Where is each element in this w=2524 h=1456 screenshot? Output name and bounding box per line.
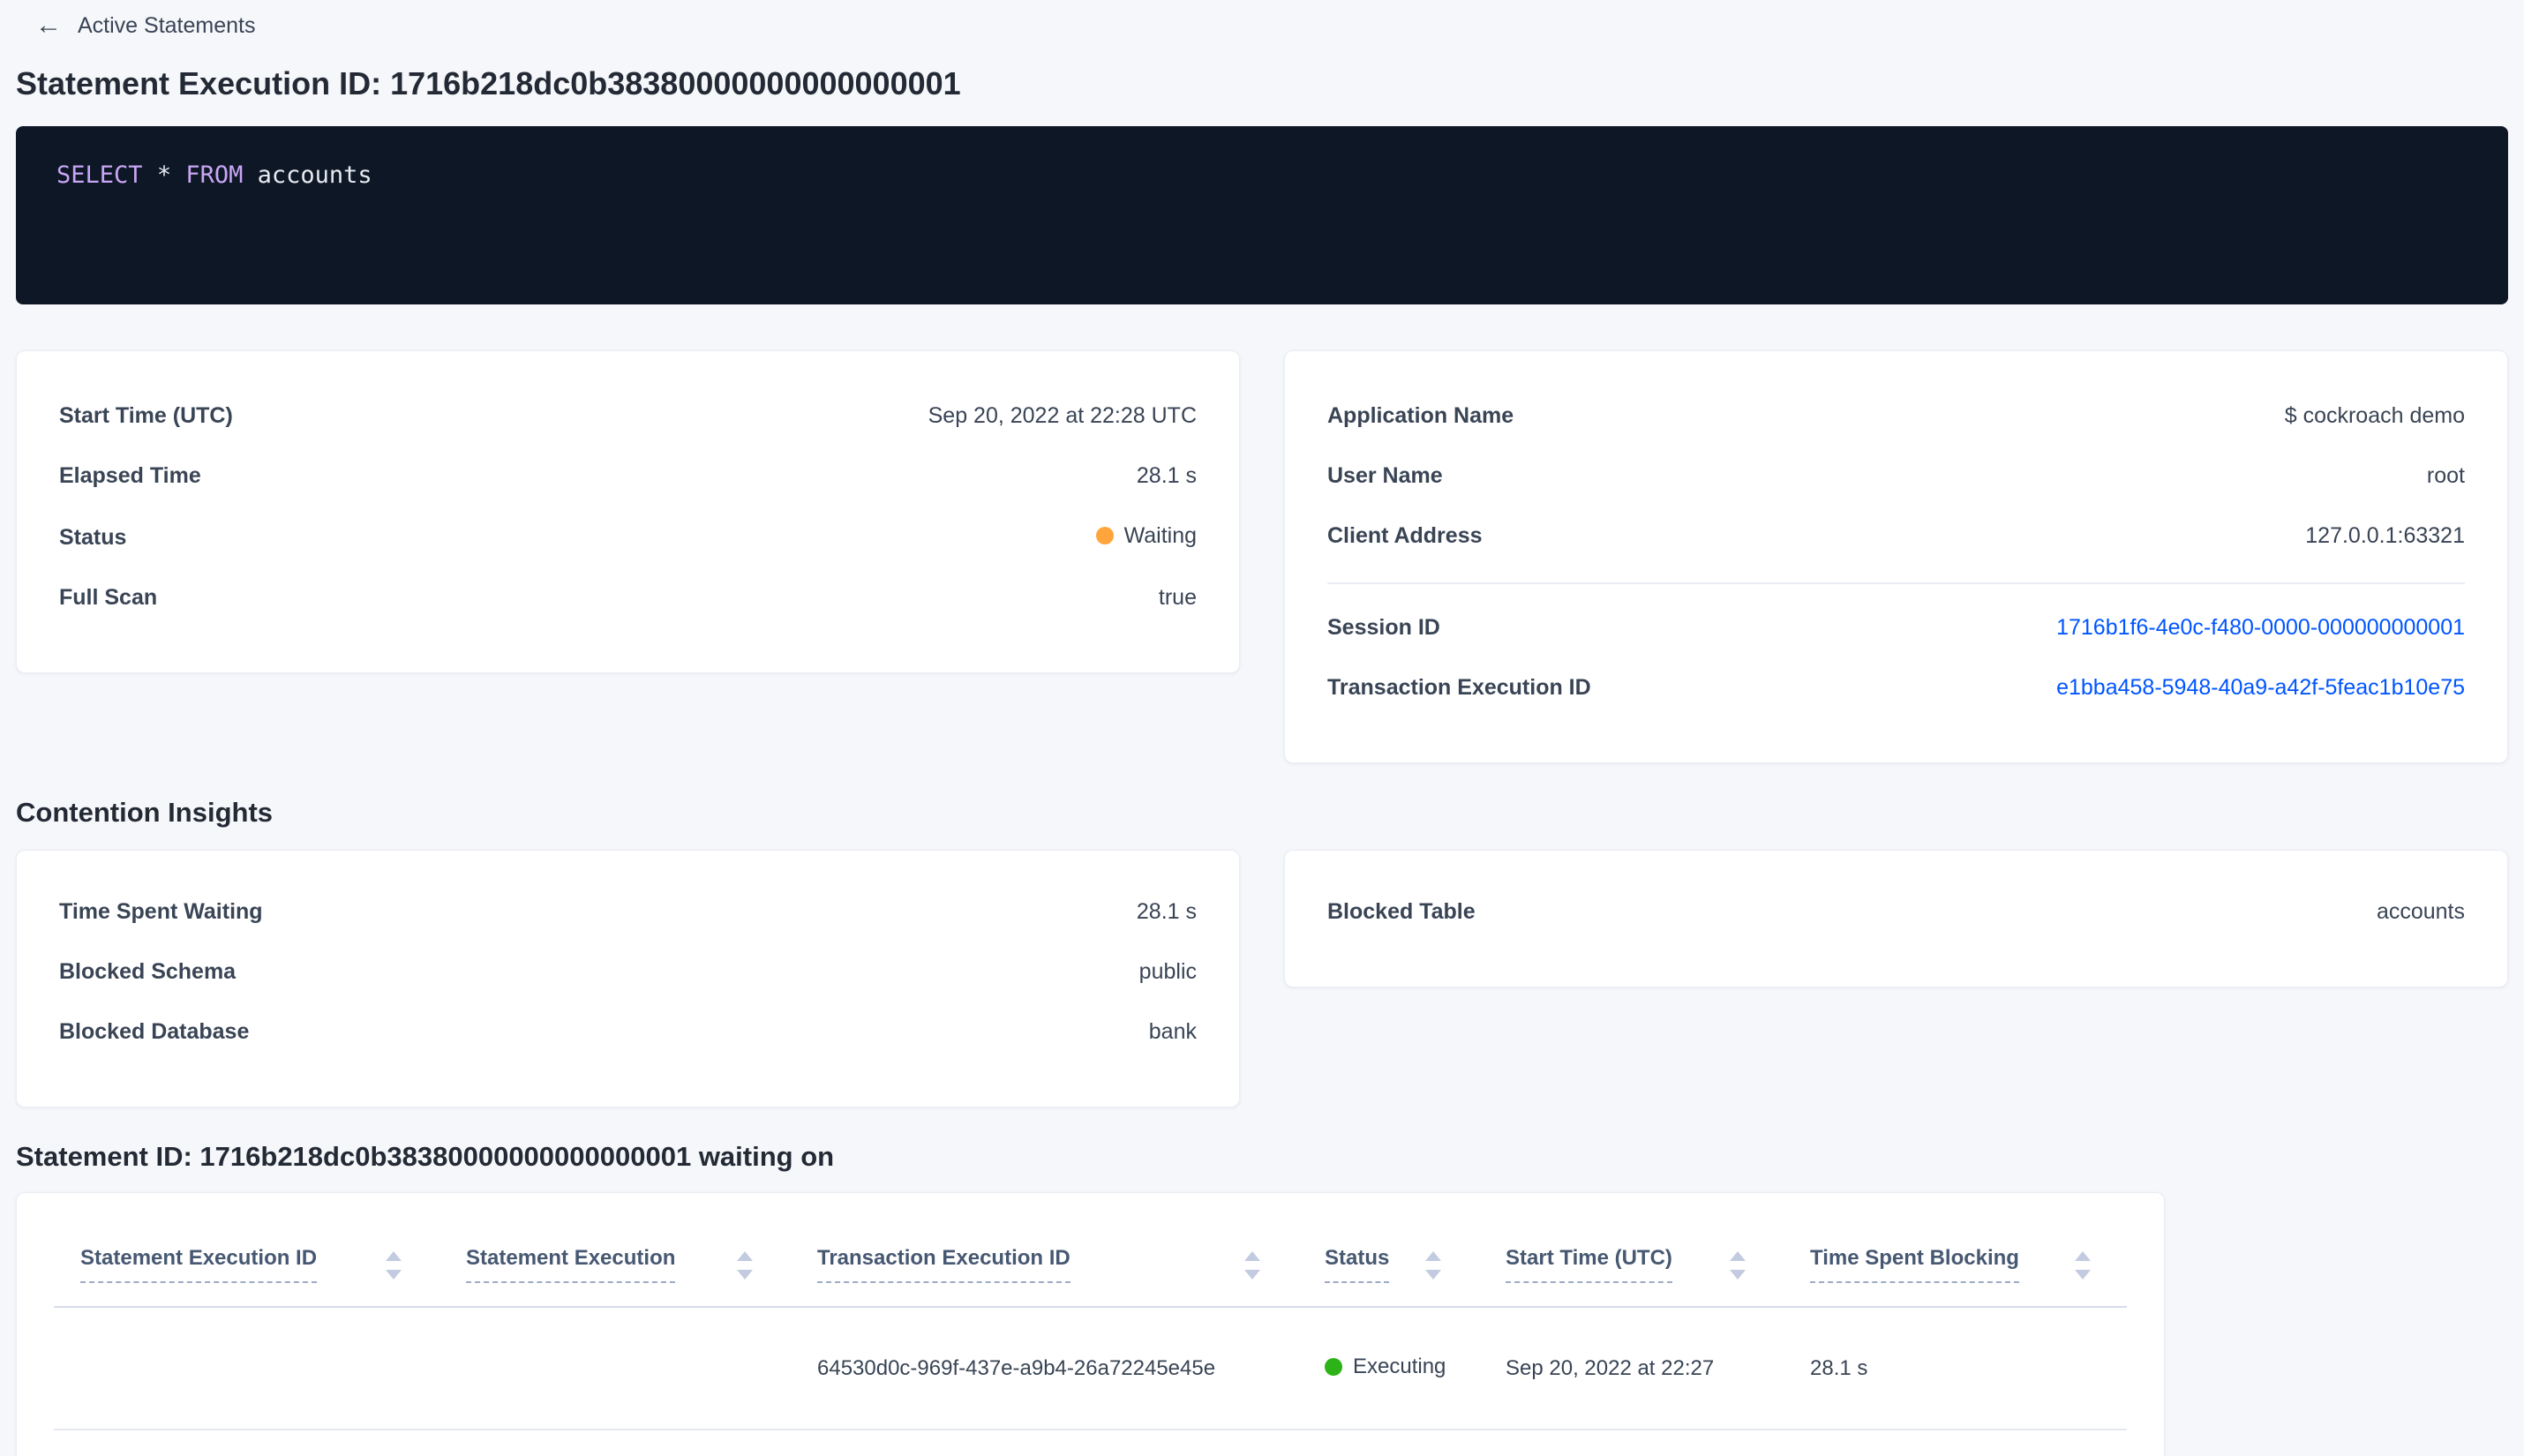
back-to-active-statements-link[interactable]: ← Active Statements xyxy=(35,12,255,39)
blocked-table-row: Blocked Table accounts xyxy=(1327,898,2465,925)
sort-icon xyxy=(2075,1251,2091,1280)
details-cards-row: Start Time (UTC) Sep 20, 2022 at 22:28 U… xyxy=(16,350,2508,763)
sort-icon xyxy=(1730,1251,1746,1280)
blocked-database-row: Blocked Database bank xyxy=(59,1018,1197,1045)
start-time-value: Sep 20, 2022 at 22:28 UTC xyxy=(928,403,1197,428)
blocked-database-value: bank xyxy=(1148,1019,1197,1044)
contention-details-card: Time Spent Waiting 28.1 s Blocked Schema… xyxy=(16,850,1240,1107)
elapsed-time-value: 28.1 s xyxy=(1136,463,1197,488)
sql-keyword-from: FROM xyxy=(185,161,244,189)
col-header-label: Start Time (UTC) xyxy=(1506,1246,1672,1283)
status-label: Status xyxy=(59,525,127,550)
col-header-transaction-execution-id[interactable]: Transaction Execution ID xyxy=(817,1221,1325,1306)
session-details-card: Application Name $ cockroach demo User N… xyxy=(1284,350,2508,763)
status-waiting-dot-icon xyxy=(1095,527,1114,544)
user-name-label: User Name xyxy=(1327,463,1443,488)
col-header-statement-execution-id[interactable]: Statement Execution ID xyxy=(80,1221,466,1306)
status-row: Status Waiting xyxy=(59,522,1197,551)
waiting-on-table-card: Statement Execution ID Statement Executi… xyxy=(16,1192,2165,1456)
col-header-label: Statement Execution ID xyxy=(80,1246,318,1283)
col-header-status[interactable]: Status xyxy=(1325,1221,1506,1306)
transaction-execution-id-row: Transaction Execution ID e1bba458-5948-4… xyxy=(1327,674,2465,701)
cell-start-time: Sep 20, 2022 at 22:27 xyxy=(1506,1355,1715,1380)
full-scan-value: true xyxy=(1158,585,1197,610)
blocked-table-label: Blocked Table xyxy=(1327,899,1476,924)
sql-star: * xyxy=(156,161,172,189)
card-divider xyxy=(1327,582,2465,584)
waiting-table-header-row: Statement Execution ID Statement Executi… xyxy=(54,1221,2127,1308)
col-header-start-time[interactable]: Start Time (UTC) xyxy=(1506,1221,1810,1306)
client-address-value: 127.0.0.1:63321 xyxy=(2305,523,2465,548)
contention-insights-heading: Contention Insights xyxy=(16,797,274,828)
page-title: Statement Execution ID: 1716b218dc0b3838… xyxy=(16,65,961,101)
user-name-row: User Name root xyxy=(1327,462,2465,489)
elapsed-time-label: Elapsed Time xyxy=(59,463,201,488)
time-spent-waiting-label: Time Spent Waiting xyxy=(59,899,263,924)
back-link-label: Active Statements xyxy=(78,12,256,38)
waiting-on-heading: Statement ID: 1716b218dc0b38380000000000… xyxy=(16,1141,835,1172)
full-scan-row: Full Scan true xyxy=(59,584,1197,611)
col-header-statement-execution[interactable]: Statement Execution xyxy=(466,1221,817,1306)
sql-statement-box: SELECT * FROM accounts xyxy=(16,126,2508,304)
col-header-label: Status xyxy=(1325,1246,1390,1283)
blocked-table-card: Blocked Table accounts xyxy=(1284,850,2508,987)
user-name-value: root xyxy=(2426,463,2465,488)
statement-execution-page: ← Active Statements Statement Execution … xyxy=(0,0,2524,1456)
blocked-schema-value: public xyxy=(1138,959,1197,984)
session-id-link[interactable]: 1716b1f6-4e0c-f480-0000-000000000001 xyxy=(2056,614,2465,641)
sort-icon xyxy=(386,1251,402,1280)
blocked-table-value: accounts xyxy=(2376,899,2465,924)
sort-icon xyxy=(1425,1251,1441,1280)
full-scan-label: Full Scan xyxy=(59,585,158,610)
application-name-value: $ cockroach demo xyxy=(2284,403,2465,428)
waiting-table-row: 64530d0c-969f-437e-a9b4-26a72245e45e Exe… xyxy=(54,1308,2127,1430)
blocked-schema-row: Blocked Schema public xyxy=(59,958,1197,985)
time-spent-waiting-value: 28.1 s xyxy=(1136,899,1197,924)
sql-table-name: accounts xyxy=(257,161,372,189)
start-time-row: Start Time (UTC) Sep 20, 2022 at 22:28 U… xyxy=(59,402,1197,429)
sql-keyword-select: SELECT xyxy=(56,161,143,189)
start-time-label: Start Time (UTC) xyxy=(59,403,233,428)
col-header-label: Transaction Execution ID xyxy=(817,1246,1070,1283)
cell-transaction-execution-id: 64530d0c-969f-437e-a9b4-26a72245e45e xyxy=(817,1355,1216,1380)
session-id-label: Session ID xyxy=(1327,615,1440,640)
cell-status-value: Executing xyxy=(1353,1355,1446,1378)
blocked-schema-label: Blocked Schema xyxy=(59,959,237,984)
status-value: Waiting xyxy=(1123,523,1197,548)
status-executing-dot-icon xyxy=(1325,1358,1342,1376)
elapsed-time-row: Elapsed Time 28.1 s xyxy=(59,462,1197,489)
client-address-row: Client Address 127.0.0.1:63321 xyxy=(1327,522,2465,549)
sql-statement-text: SELECT * FROM accounts xyxy=(56,161,2468,189)
transaction-execution-id-link[interactable]: e1bba458-5948-40a9-a42f-5feac1b10e75 xyxy=(2056,674,2465,701)
sort-icon xyxy=(737,1251,753,1280)
time-spent-waiting-row: Time Spent Waiting 28.1 s xyxy=(59,898,1197,925)
col-header-time-spent-blocking[interactable]: Time Spent Blocking xyxy=(1810,1221,2155,1306)
execution-details-card: Start Time (UTC) Sep 20, 2022 at 22:28 U… xyxy=(16,350,1240,673)
application-name-label: Application Name xyxy=(1327,403,1514,428)
cell-time-spent-blocking: 28.1 s xyxy=(1810,1355,1868,1380)
col-header-label: Time Spent Blocking xyxy=(1810,1246,2019,1283)
sort-icon xyxy=(1244,1251,1260,1280)
blocked-database-label: Blocked Database xyxy=(59,1019,250,1044)
client-address-label: Client Address xyxy=(1327,523,1483,548)
session-id-row: Session ID 1716b1f6-4e0c-f480-0000-00000… xyxy=(1327,614,2465,641)
back-arrow-icon: ← xyxy=(35,11,62,40)
contention-cards-row: Time Spent Waiting 28.1 s Blocked Schema… xyxy=(16,850,2508,1107)
application-name-row: Application Name $ cockroach demo xyxy=(1327,402,2465,429)
col-header-label: Statement Execution xyxy=(466,1246,676,1283)
transaction-execution-id-label: Transaction Execution ID xyxy=(1327,675,1591,700)
